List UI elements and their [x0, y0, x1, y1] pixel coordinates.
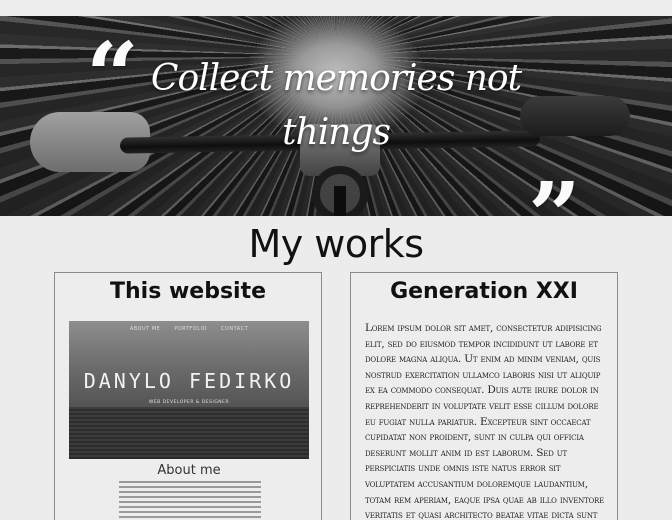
- preview-nav: ABOUT ME PORTFOLIO CONTACT: [69, 326, 309, 332]
- close-quote-icon: ”: [528, 162, 581, 216]
- preview-nav-item: ABOUT ME: [129, 326, 161, 332]
- section-title: My works: [248, 222, 424, 266]
- top-strip: [0, 0, 672, 16]
- preview-about-heading: About me: [157, 463, 221, 478]
- preview-name: DANYLO FEDIRKO: [83, 369, 295, 393]
- preview-nav-item: PORTFOLIO: [174, 326, 207, 332]
- hero-quote: Collect memories not things: [150, 58, 522, 153]
- work-card-this-website[interactable]: This website ABOUT ME PORTFOLIO CONTACT …: [54, 272, 322, 520]
- work-card-title: Generation XXI: [390, 279, 578, 304]
- website-preview-image[interactable]: ABOUT ME PORTFOLIO CONTACT DANYLO FEDIRK…: [69, 321, 309, 459]
- preview-nav-item: CONTACT: [220, 326, 249, 332]
- hero-banner: “ Collect memories not things ”: [0, 16, 672, 216]
- preview-sea: [69, 407, 309, 459]
- work-card-title: This website: [109, 279, 267, 304]
- preview-subtitle: WEB DEVELOPER & DESIGNER: [148, 400, 230, 405]
- preview-about-text: [119, 481, 261, 520]
- work-card-generation-xxi[interactable]: Generation XXI Lorem ipsum dolor sit ame…: [350, 272, 618, 520]
- work-card-description: Lorem ipsum dolor sit amet, consectetur …: [365, 322, 605, 520]
